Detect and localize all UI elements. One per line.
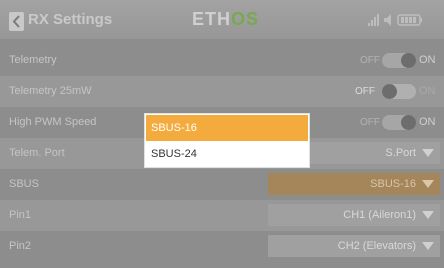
sbus-select[interactable]: SBUS-16 [268,173,440,195]
chevron-down-icon [422,149,434,157]
row-sbus: SBUS SBUS-16 [0,169,444,200]
telemetry-25mw-toggle[interactable]: OFF ON [354,83,438,100]
sbus-dropdown-menu: SBUS-16 SBUS-24 [144,113,310,168]
telem-port-value: S.Port [385,147,416,159]
battery-icon [397,14,422,26]
page-title: RX Settings [28,11,113,28]
sbus-label: SBUS [9,178,39,190]
pin1-select[interactable]: CH1 (Aileron1) [268,204,440,226]
status-icons [368,13,438,32]
high-pwm-speed-toggle[interactable]: OFF ON [354,114,438,131]
row-telemetry-25mw: Telemetry 25mW OFF ON [0,76,444,107]
pin1-label: Pin1 [9,209,32,221]
dropdown-option-sbus-24[interactable]: SBUS-24 [146,141,308,167]
sbus-value: SBUS-16 [370,178,416,190]
signal-icon [368,14,379,26]
header-bar: RX Settings ETHOS [0,0,444,39]
volume-icon [384,14,391,26]
row-pin2: Pin2 CH2 (Elevators) [0,231,444,262]
chevron-down-icon [422,242,434,250]
high-pwm-speed-label: High PWM Speed [9,116,97,128]
pin2-label: Pin2 [9,240,32,252]
row-pin1: Pin1 CH1 (Aileron1) [0,200,444,231]
pin1-value: CH1 (Aileron1) [343,209,416,221]
telemetry-25mw-label: Telemetry 25mW [9,85,92,97]
telem-port-label: Telem. Port [9,147,65,159]
dropdown-option-sbus-16[interactable]: SBUS-16 [146,115,308,141]
row-telemetry: Telemetry OFF ON [0,45,444,76]
telemetry-toggle[interactable]: OFF ON [354,52,438,69]
pin2-value: CH2 (Elevators) [337,240,416,252]
back-button[interactable] [9,12,24,31]
brand-logo: ETHOS [192,9,260,29]
back-arrow-icon [12,15,20,28]
chevron-down-icon [422,180,434,188]
pin2-select[interactable]: CH2 (Elevators) [268,235,440,257]
chevron-down-icon [422,211,434,219]
telemetry-label: Telemetry [9,54,57,66]
